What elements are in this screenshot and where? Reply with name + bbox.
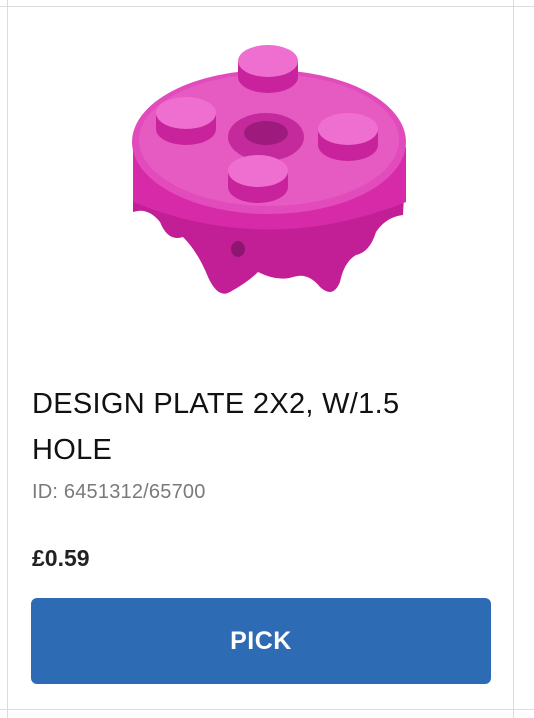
product-card: DESIGN PLATE 2X2, W/1.5 HOLE ID: 6451312… <box>8 7 513 709</box>
product-image[interactable] <box>108 37 428 327</box>
product-id: ID: 6451312/65700 <box>32 481 206 503</box>
product-price: £0.59 <box>32 545 90 571</box>
pick-button[interactable]: PICK <box>31 598 491 684</box>
product-name[interactable]: DESIGN PLATE 2X2, W/1.5 HOLE <box>32 381 472 473</box>
page: DESIGN PLATE 2X2, W/1.5 HOLE ID: 6451312… <box>0 0 534 718</box>
grid-divider-bottom <box>0 709 534 710</box>
grid-divider-right <box>513 0 514 718</box>
lego-plate-icon <box>132 45 406 294</box>
